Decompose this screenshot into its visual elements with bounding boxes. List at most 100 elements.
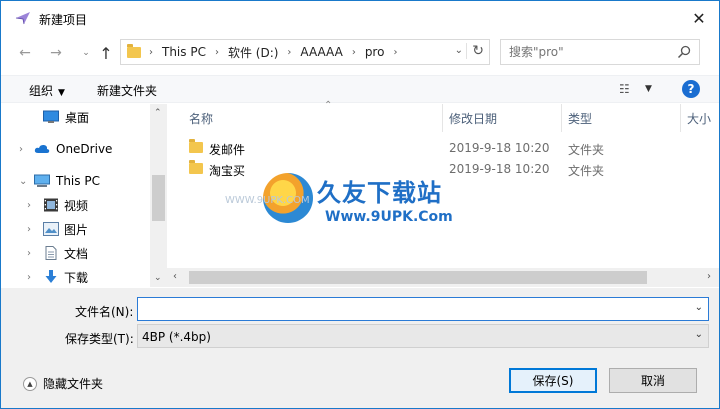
sidebar-item-label: This PC (56, 174, 100, 188)
navigation-scrollbar[interactable]: ⌃ ⌄ (150, 104, 167, 287)
column-header-label: 修改日期 (449, 111, 498, 126)
sidebar-item-desktop[interactable]: 桌面 (1, 106, 149, 128)
list-item[interactable]: 发邮件 2019-9-18 10:20 文件夹 (167, 138, 719, 158)
file-date: 2019-9-18 10:20 (449, 162, 550, 176)
download-icon (45, 270, 57, 283)
chevron-down-icon[interactable]: ⌄ (695, 329, 703, 340)
command-bar: 组织 ▼ 新建文件夹 ☷ ▼ ? (1, 75, 719, 103)
sidebar-item-downloads[interactable]: › 下载 (1, 266, 149, 288)
close-button[interactable]: ✕ (687, 7, 711, 29)
cloud-icon (34, 144, 50, 153)
chevron-right-icon[interactable]: › (27, 200, 31, 211)
scrollbar-thumb[interactable] (152, 175, 165, 221)
hide-folders-toggle[interactable]: ▲ 隐藏文件夹 (23, 375, 103, 392)
sidebar-item-videos[interactable]: › 视频 (1, 194, 149, 216)
breadcrumb-drive[interactable]: 软件 (D:) (228, 44, 278, 61)
save-form: 文件名(N): ⌄ 保存类型(T): 4BP (*.4bp) ⌄ ▲ 隐藏文件夹… (1, 288, 719, 408)
breadcrumb-separator-icon: › (287, 46, 292, 58)
scroll-right-icon[interactable]: › (707, 271, 711, 282)
folder-icon (189, 139, 203, 153)
filename-input[interactable] (142, 301, 682, 315)
scroll-left-icon[interactable]: ‹ (173, 271, 177, 282)
chevron-down-icon[interactable]: ⌄ (695, 302, 703, 313)
hide-folders-label: 隐藏文件夹 (43, 377, 104, 391)
list-item[interactable]: 淘宝买 2019-9-18 10:20 文件夹 (167, 159, 719, 179)
filetype-value: 4BP (*.4bp) (142, 330, 211, 344)
column-header-label: 名称 (189, 111, 214, 126)
breadcrumb-separator-icon: › (149, 46, 153, 58)
save-button[interactable]: 保存(S) (509, 368, 597, 393)
scroll-up-icon[interactable]: ⌃ (154, 108, 162, 118)
recent-locations-button[interactable]: ⌄ (77, 44, 95, 62)
window-title: 新建项目 (39, 13, 88, 27)
scrollbar-thumb[interactable] (189, 271, 647, 284)
chevron-right-icon[interactable]: › (27, 224, 31, 235)
up-button[interactable]: ↑ (97, 43, 115, 63)
arrow-up-icon: ↑ (99, 43, 113, 63)
new-folder-button[interactable]: 新建文件夹 (97, 82, 157, 99)
forward-button[interactable]: → (47, 44, 65, 62)
search-input[interactable] (509, 45, 669, 59)
sort-ascending-icon: ⌃ (324, 100, 333, 111)
column-header-date[interactable]: 修改日期 (443, 104, 562, 132)
title-bar: 新建项目 ✕ (1, 1, 719, 35)
column-header-label: 大小 (687, 111, 712, 126)
column-header-type[interactable]: 类型 (562, 104, 681, 132)
column-header-name[interactable]: ⌃ 名称 (183, 100, 443, 132)
picture-icon (43, 222, 59, 236)
arrow-right-icon: → (50, 45, 62, 61)
file-type: 文件夹 (568, 164, 605, 178)
filetype-label: 保存类型(T): (65, 332, 134, 346)
file-date: 2019-9-18 10:20 (449, 141, 550, 155)
chevron-right-icon[interactable]: › (27, 272, 31, 283)
view-options-button[interactable]: ☷ (619, 82, 630, 96)
file-name: 发邮件 (209, 143, 246, 157)
navigation-bar: ← → ⌄ ↑ › This PC › 软件 (D:) › AAAAA › pr… (1, 37, 719, 69)
column-header-size[interactable]: 大小 (681, 104, 719, 132)
caret-down-icon[interactable]: ▼ (645, 84, 652, 94)
document-icon (45, 246, 57, 260)
column-header-label: 类型 (568, 111, 593, 126)
sidebar-item-label: 图片 (64, 222, 89, 237)
breadcrumb-this-pc[interactable]: This PC (162, 45, 206, 59)
details-view-icon: ☷ (619, 82, 630, 96)
filename-field[interactable]: ⌄ (137, 297, 709, 321)
scroll-down-icon[interactable]: ⌄ (154, 273, 162, 283)
filetype-select[interactable]: 4BP (*.4bp) ⌄ (137, 324, 709, 348)
organize-label: 组织 (29, 84, 54, 98)
filename-label: 文件名(N): (75, 305, 134, 319)
sidebar-item-this-pc[interactable]: ⌄ This PC (1, 170, 149, 192)
chevron-down-icon[interactable]: ⌄ (455, 45, 463, 56)
sidebar-item-label: 桌面 (65, 110, 90, 125)
address-bar[interactable]: › This PC › 软件 (D:) › AAAAA › pro › ⌄ ↻ (120, 39, 490, 65)
breadcrumb-pro[interactable]: pro (365, 45, 385, 59)
search-icon (677, 45, 691, 59)
refresh-icon[interactable]: ↻ (466, 43, 484, 59)
breadcrumb-separator-icon: › (214, 46, 219, 58)
organize-button[interactable]: 组织 ▼ (29, 82, 65, 99)
breadcrumb-separator-icon: › (351, 46, 356, 58)
chevron-down-icon[interactable]: ⌄ (19, 176, 27, 187)
search-box[interactable] (500, 39, 700, 65)
sidebar-item-documents[interactable]: › 文档 (1, 242, 149, 264)
chevron-right-icon[interactable]: › (27, 248, 31, 259)
caret-down-icon: ▼ (58, 88, 65, 98)
close-icon: ✕ (692, 8, 706, 28)
save-dialog: 新建项目 ✕ ← → ⌄ ↑ › This PC › 软件 (D:) › AAA… (0, 0, 720, 409)
collapse-up-icon: ▲ (23, 376, 37, 391)
sidebar-item-pictures[interactable]: › 图片 (1, 218, 149, 240)
desktop-icon (43, 110, 59, 123)
computer-icon (34, 174, 50, 187)
sidebar-item-label: 下载 (64, 270, 89, 285)
help-button[interactable]: ? (682, 80, 700, 98)
chevron-down-icon: ⌄ (82, 48, 90, 58)
horizontal-scrollbar[interactable]: ‹ › (167, 268, 719, 287)
breadcrumb-aaaaa[interactable]: AAAAA (300, 45, 342, 59)
folder-icon (189, 160, 203, 174)
cancel-button[interactable]: 取消 (609, 368, 697, 393)
chevron-right-icon[interactable]: › (19, 144, 23, 155)
file-name: 淘宝买 (209, 164, 246, 178)
navigation-pane: 桌面 › OneDrive ⌄ This PC › 视频 › 图片 › 文档 ›… (1, 104, 167, 287)
back-button[interactable]: ← (16, 44, 34, 62)
sidebar-item-onedrive[interactable]: › OneDrive (1, 138, 149, 160)
